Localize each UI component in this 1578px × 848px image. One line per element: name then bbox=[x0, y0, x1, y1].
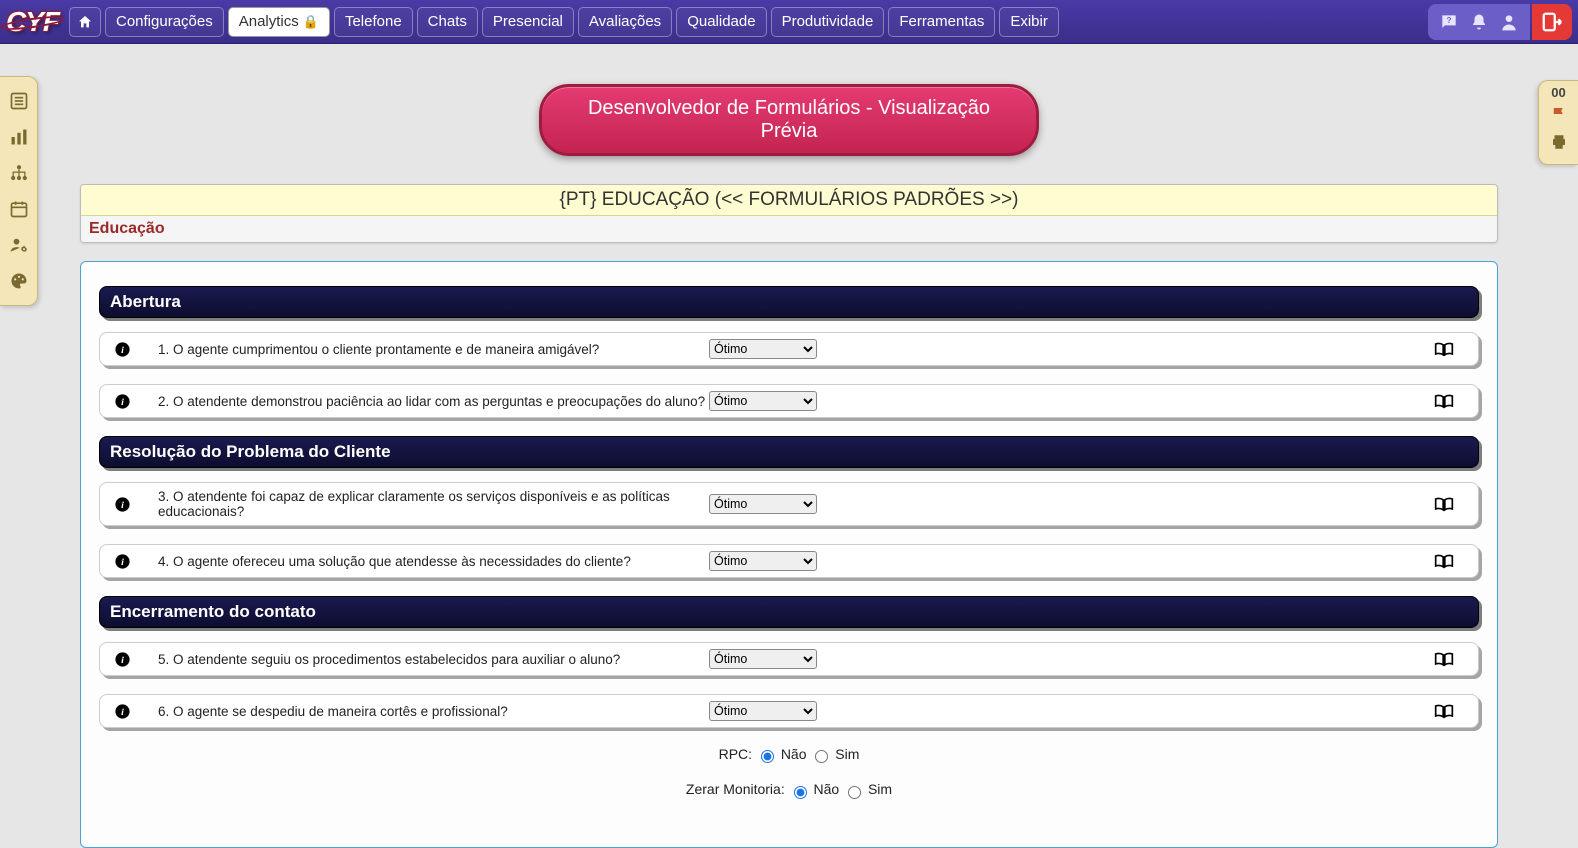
nav-analytics[interactable]: Analytics 🔒 bbox=[228, 7, 330, 37]
sidebar-hierarchy-icon[interactable] bbox=[0, 155, 37, 191]
print-icon[interactable] bbox=[1539, 128, 1578, 156]
rpc-radio-sim[interactable] bbox=[815, 750, 828, 763]
svg-text:i: i bbox=[121, 707, 124, 718]
rating-select[interactable]: Ótimo bbox=[709, 649, 817, 669]
zerar-option-nao: Não bbox=[814, 781, 840, 797]
form-body: Abertura i 1. O agente cumprimentou o cl… bbox=[80, 261, 1498, 848]
info-icon[interactable]: i bbox=[114, 651, 154, 668]
nav-telefone[interactable]: Telefone bbox=[334, 7, 413, 37]
question-row: i 1. O agente cumprimentou o cliente pro… bbox=[99, 332, 1479, 366]
sidebar-list-icon[interactable] bbox=[0, 83, 37, 119]
rating-select[interactable]: Ótimo bbox=[709, 701, 817, 721]
section-header: Abertura bbox=[99, 286, 1479, 318]
book-icon[interactable] bbox=[1434, 393, 1464, 409]
book-icon[interactable] bbox=[1434, 703, 1464, 719]
question-row: i 5. O atendente seguiu os procedimentos… bbox=[99, 642, 1479, 676]
sidebar-calendar-icon[interactable] bbox=[0, 191, 37, 227]
question-text: 6. O agente se despediu de maneira cortê… bbox=[154, 704, 709, 719]
rpc-radio-nao[interactable] bbox=[761, 750, 774, 763]
info-icon[interactable]: i bbox=[114, 341, 154, 358]
page-title: Desenvolvedor de Formulários - Visualiza… bbox=[539, 84, 1039, 156]
book-icon[interactable] bbox=[1434, 651, 1464, 667]
book-icon[interactable] bbox=[1434, 496, 1464, 512]
bell-icon[interactable] bbox=[1464, 7, 1494, 37]
info-icon[interactable]: i bbox=[114, 703, 154, 720]
home-icon bbox=[77, 14, 93, 30]
nav-ferramentas[interactable]: Ferramentas bbox=[888, 7, 995, 37]
info-icon[interactable]: i bbox=[114, 393, 154, 410]
topbar-right: ? bbox=[1428, 4, 1572, 40]
chat-help-icon[interactable]: ? bbox=[1434, 7, 1464, 37]
svg-text:i: i bbox=[121, 557, 124, 568]
rpc-row: RPC: Não Sim bbox=[99, 746, 1479, 763]
question-row: i 3. O atendente foi capaz de explicar c… bbox=[99, 482, 1479, 526]
topbar-right-group: ? bbox=[1428, 4, 1530, 40]
nav-qualidade[interactable]: Qualidade bbox=[676, 7, 766, 37]
book-icon[interactable] bbox=[1434, 553, 1464, 569]
form-header-title: {PT} EDUCAÇÃO (<< FORMULÁRIOS PADRÕES >>… bbox=[81, 185, 1497, 216]
book-icon[interactable] bbox=[1434, 341, 1464, 357]
nav-produtividade[interactable]: Produtividade bbox=[771, 7, 885, 37]
question-text: 1. O agente cumprimentou o cliente pront… bbox=[154, 342, 709, 357]
zerar-label: Zerar Monitoria: bbox=[686, 781, 785, 797]
question-text: 4. O agente ofereceu uma solução que ate… bbox=[154, 554, 709, 569]
sidebar-user-gear-icon[interactable] bbox=[0, 227, 37, 263]
sidebar-chart-icon[interactable] bbox=[0, 119, 37, 155]
rpc-option-sim: Sim bbox=[835, 746, 859, 762]
lock-icon: 🔒 bbox=[303, 14, 319, 30]
info-icon[interactable]: i bbox=[114, 553, 154, 570]
top-navbar: CYF Configurações Analytics 🔒 Telefone C… bbox=[0, 0, 1578, 44]
nav-exibir[interactable]: Exibir bbox=[999, 7, 1059, 37]
logo: CYF bbox=[6, 6, 59, 38]
user-icon[interactable] bbox=[1494, 7, 1524, 37]
rpc-label: RPC: bbox=[719, 746, 752, 762]
question-text: 2. O atendente demonstrou paciência ao l… bbox=[154, 394, 709, 409]
nav-analytics-label: Analytics bbox=[239, 13, 299, 30]
section-header: Resolução do Problema do Cliente bbox=[99, 436, 1479, 468]
nav-presencial[interactable]: Presencial bbox=[482, 7, 574, 37]
home-button[interactable] bbox=[69, 7, 101, 37]
question-row: i 6. O agente se despediu de maneira cor… bbox=[99, 694, 1479, 728]
zerar-option-sim: Sim bbox=[868, 781, 892, 797]
sidebar-palette-icon[interactable] bbox=[0, 263, 37, 299]
svg-text:i: i bbox=[121, 397, 124, 408]
svg-text:i: i bbox=[121, 345, 124, 356]
question-text: 5. O atendente seguiu os procedimentos e… bbox=[154, 652, 709, 667]
svg-text:i: i bbox=[121, 655, 124, 666]
rating-select[interactable]: Ótimo bbox=[709, 494, 817, 514]
right-sidebar-count: 00 bbox=[1539, 85, 1578, 100]
question-text: 3. O atendente foi capaz de explicar cla… bbox=[154, 489, 709, 519]
nav-configuracoes[interactable]: Configurações bbox=[105, 7, 224, 37]
rating-select[interactable]: Ótimo bbox=[709, 551, 817, 571]
rpc-option-nao: Não bbox=[781, 746, 807, 762]
rating-select[interactable]: Ótimo bbox=[709, 391, 817, 411]
rating-select[interactable]: Ótimo bbox=[709, 339, 817, 359]
main-content: Desenvolvedor de Formulários - Visualiza… bbox=[0, 44, 1578, 848]
zerar-radio-sim[interactable] bbox=[848, 786, 861, 799]
form-header-box: {PT} EDUCAÇÃO (<< FORMULÁRIOS PADRÕES >>… bbox=[80, 184, 1498, 243]
section-header: Encerramento do contato bbox=[99, 596, 1479, 628]
nav-chats[interactable]: Chats bbox=[417, 7, 478, 37]
question-row: i 2. O atendente demonstrou paciência ao… bbox=[99, 384, 1479, 418]
svg-text:i: i bbox=[121, 500, 124, 511]
right-sidebar: 00 bbox=[1538, 80, 1578, 165]
left-sidebar bbox=[0, 76, 38, 306]
logout-icon bbox=[1541, 11, 1563, 33]
nav-avaliacoes[interactable]: Avaliações bbox=[578, 7, 672, 37]
svg-text:?: ? bbox=[1446, 14, 1451, 24]
logout-button[interactable] bbox=[1532, 4, 1572, 40]
flag-icon[interactable] bbox=[1539, 100, 1578, 128]
info-icon[interactable]: i bbox=[114, 496, 154, 513]
form-header-subtitle: Educação bbox=[81, 216, 1497, 242]
question-row: i 4. O agente ofereceu uma solução que a… bbox=[99, 544, 1479, 578]
zerar-radio-nao[interactable] bbox=[794, 786, 807, 799]
